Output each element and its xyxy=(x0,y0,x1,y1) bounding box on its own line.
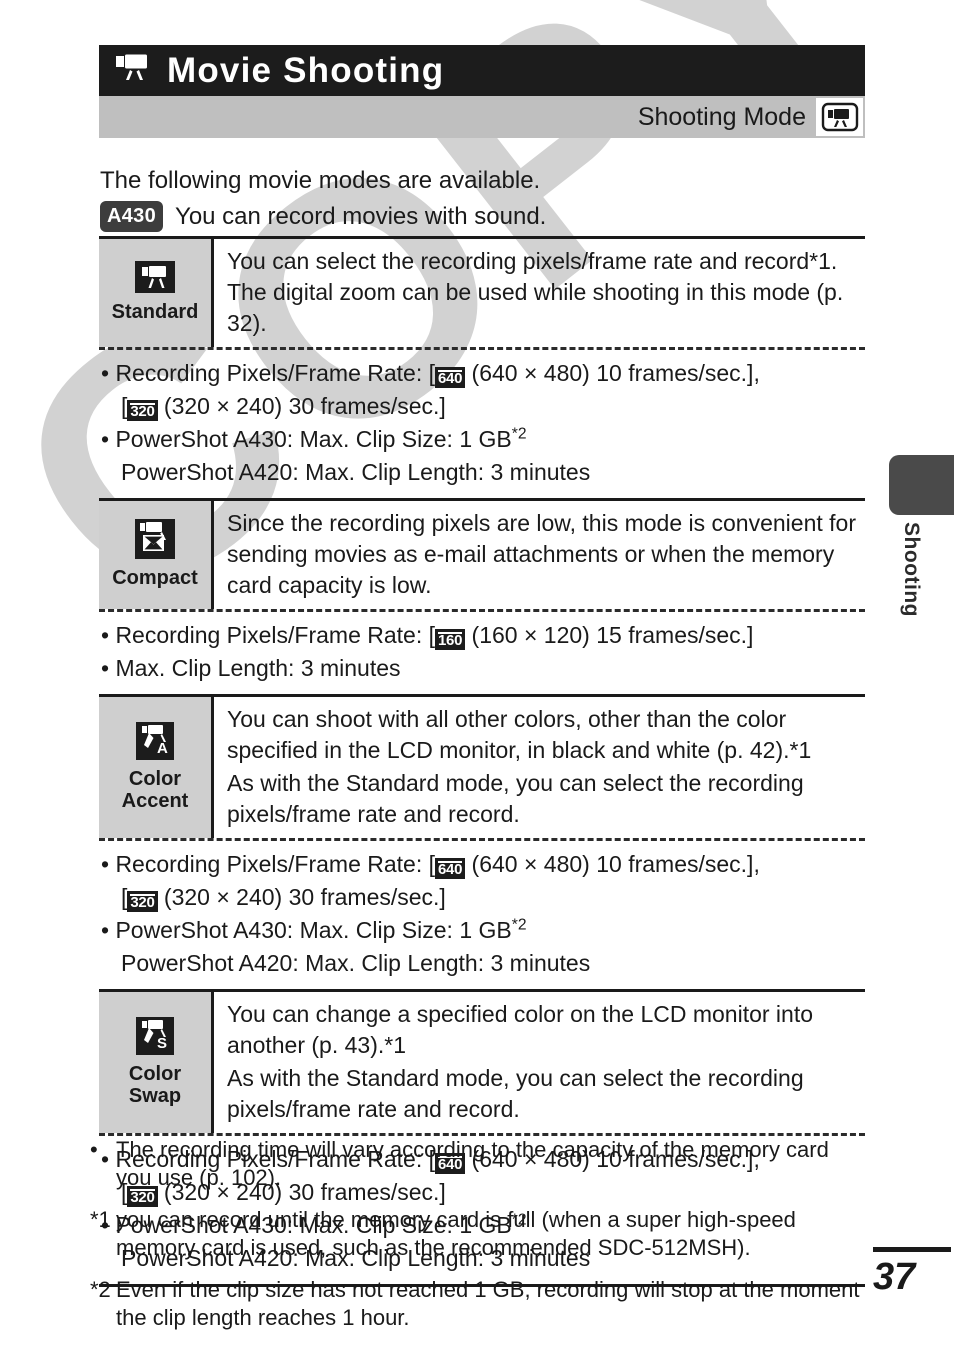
movie-camera-icon xyxy=(135,261,175,298)
mode-name-color-swap: Color Swap xyxy=(129,1063,181,1107)
spec-text: • Recording Pixels/Frame Rate: [ xyxy=(101,851,436,877)
movie-camera-icon xyxy=(821,102,858,132)
mode-description-paragraph: You can change a specified color on the … xyxy=(227,1001,814,1058)
spec-text-mid: (160 × 120) 15 frames/sec.] xyxy=(465,622,754,648)
mode-label-cell-standard: Standard xyxy=(99,239,211,347)
page-title-bar: Movie Shooting xyxy=(99,45,865,96)
spec-continuation: PowerShot A420: Max. Clip Length: 3 minu… xyxy=(121,459,591,485)
mode-name-line1: Color xyxy=(128,767,182,790)
note-text: you can record until the memory card is … xyxy=(116,1207,796,1260)
mode-block-color-accent: A Color Accent You can shoot with all oth… xyxy=(99,694,865,989)
document-page: Movie Shooting Shooting Mode The followi… xyxy=(0,0,954,1345)
note-marker: *1 xyxy=(90,1207,111,1232)
side-tab-label-shooting: Shooting xyxy=(900,522,923,617)
spec-recording-pixels: • Recording Pixels/Frame Rate: [160 (160… xyxy=(101,619,865,652)
intro-line-2: A430 You can record movies with sound. xyxy=(100,201,860,232)
page-number-rule xyxy=(873,1247,951,1252)
spec-text: • PowerShot A430: Max. Clip Size: 1 GB xyxy=(101,917,512,943)
footnote-ref: *2 xyxy=(511,425,527,443)
mode-header-row: S Color Swap You can change a specified c… xyxy=(99,992,865,1133)
mode-description-compact: Since the recording pixels are low, this… xyxy=(211,501,865,609)
mode-block-standard: Standard You can select the recording pi… xyxy=(99,236,865,498)
mode-header-row: A Color Accent You can shoot with all oth… xyxy=(99,697,865,838)
shooting-mode-chip xyxy=(816,98,863,136)
footnotes-block: • The recording time will vary according … xyxy=(90,1136,865,1346)
spec-text-suffix: (320 × 240) 30 frames/sec.] xyxy=(157,393,446,419)
note-marker: • xyxy=(90,1137,98,1162)
mode-description-paragraph: You can select the recording pixels/fram… xyxy=(227,248,844,336)
intro-line-1: The following movie modes are available. xyxy=(100,167,541,194)
resolution-badge-640: 640 xyxy=(435,858,466,879)
intro-block: The following movie modes are available.… xyxy=(100,165,860,232)
mode-description-paragraph: As with the Standard mode, you can selec… xyxy=(227,1065,804,1122)
mode-description-color-accent: You can shoot with all other colors, oth… xyxy=(211,697,865,838)
note-text: The recording time will vary according t… xyxy=(116,1137,829,1190)
mode-label-cell-color-swap: S Color Swap xyxy=(99,992,211,1133)
mode-description-paragraph: You can shoot with all other colors, oth… xyxy=(227,704,863,766)
spec-continuation: PowerShot A420: Max. Clip Length: 3 minu… xyxy=(121,950,591,976)
mode-header-row: Compact Since the recording pixels are l… xyxy=(99,501,865,609)
spec-clip-size: • PowerShot A430: Max. Clip Size: 1 GB*2… xyxy=(101,914,865,980)
page-title: Movie Shooting xyxy=(167,51,445,90)
spec-text-mid: (640 × 480) 10 frames/sec.], xyxy=(465,360,760,386)
spec-text: • PowerShot A430: Max. Clip Size: 1 GB xyxy=(101,426,512,452)
mode-description-paragraph: As with the Standard mode, you can selec… xyxy=(227,770,804,827)
mode-block-compact: Compact Since the recording pixels are l… xyxy=(99,498,865,694)
mode-name-standard: Standard xyxy=(111,301,199,323)
movie-camera-icon xyxy=(113,53,153,88)
spec-continuation: [320 (320 × 240) 30 frames/sec.] xyxy=(101,390,865,423)
mode-specs-color-accent: • Recording Pixels/Frame Rate: [640 (640… xyxy=(99,841,865,989)
mode-label-cell-compact: Compact xyxy=(99,501,211,609)
svg-text:A: A xyxy=(157,740,168,757)
resolution-badge-320: 320 xyxy=(127,400,158,421)
mode-label-cell-color-accent: A Color Accent xyxy=(99,697,211,838)
shooting-mode-label: Shooting Mode xyxy=(637,102,806,131)
svg-text:S: S xyxy=(157,1035,167,1052)
shooting-mode-band: Shooting Mode xyxy=(99,96,865,138)
note-text: Even if the clip size has not reached 1 … xyxy=(116,1277,860,1330)
mode-name-color-accent: Color Accent xyxy=(122,768,189,812)
mode-description-text: You can shoot with all other colors, oth… xyxy=(227,706,812,763)
mode-name-line2: Accent xyxy=(121,789,189,812)
mode-name-line2: Swap xyxy=(128,1084,182,1107)
spec-clip-length: • Max. Clip Length: 3 minutes xyxy=(101,655,401,681)
note-item: *1 you can record until the memory card i… xyxy=(90,1206,865,1262)
spec-text-mid: (640 × 480) 10 frames/sec.], xyxy=(465,851,760,877)
mode-specs-standard: • Recording Pixels/Frame Rate: [640 (640… xyxy=(99,350,865,498)
spec-recording-pixels: • Recording Pixels/Frame Rate: [640 (640… xyxy=(101,848,865,914)
footnote-ref: *2 xyxy=(511,916,527,934)
mode-description-standard: You can select the recording pixels/fram… xyxy=(211,239,865,347)
intro-line-2-text: You can record movies with sound. xyxy=(175,202,547,230)
mode-description-color-swap: You can change a specified color on the … xyxy=(211,992,865,1133)
color-accent-icon: A xyxy=(136,721,174,765)
spec-text: • Recording Pixels/Frame Rate: [ xyxy=(101,622,436,648)
resolution-badge-320: 320 xyxy=(127,891,158,912)
mode-header-row: Standard You can select the recording pi… xyxy=(99,239,865,347)
mode-name-compact: Compact xyxy=(112,567,198,589)
spec-text: • Recording Pixels/Frame Rate: [ xyxy=(101,360,436,386)
color-swap-icon: S xyxy=(136,1016,174,1060)
mode-description-paragraph: Since the recording pixels are low, this… xyxy=(227,510,856,598)
resolution-badge-640: 640 xyxy=(435,367,466,388)
note-item: • The recording time will vary according … xyxy=(90,1136,865,1192)
note-marker: *2 xyxy=(90,1277,111,1302)
page-number: 37 xyxy=(873,1256,916,1298)
mode-specs-compact: • Recording Pixels/Frame Rate: [160 (160… xyxy=(99,612,865,694)
note-item: *2 Even if the clip size has not reached … xyxy=(90,1276,865,1332)
movie-modes-table: Standard You can select the recording pi… xyxy=(99,236,865,1287)
mode-name-line1: Color xyxy=(128,1062,182,1085)
resolution-badge-160: 160 xyxy=(435,629,466,650)
model-badge-a430: A430 xyxy=(100,201,164,232)
spec-text-suffix: (320 × 240) 30 frames/sec.] xyxy=(157,884,446,910)
movie-camera-email-icon xyxy=(135,519,175,564)
side-tab-marker xyxy=(889,455,954,515)
spec-recording-pixels: • Recording Pixels/Frame Rate: [640 (640… xyxy=(101,357,865,423)
spec-clip-size: • PowerShot A430: Max. Clip Size: 1 GB*2… xyxy=(101,423,865,489)
spec-continuation: [320 (320 × 240) 30 frames/sec.] xyxy=(101,881,865,914)
